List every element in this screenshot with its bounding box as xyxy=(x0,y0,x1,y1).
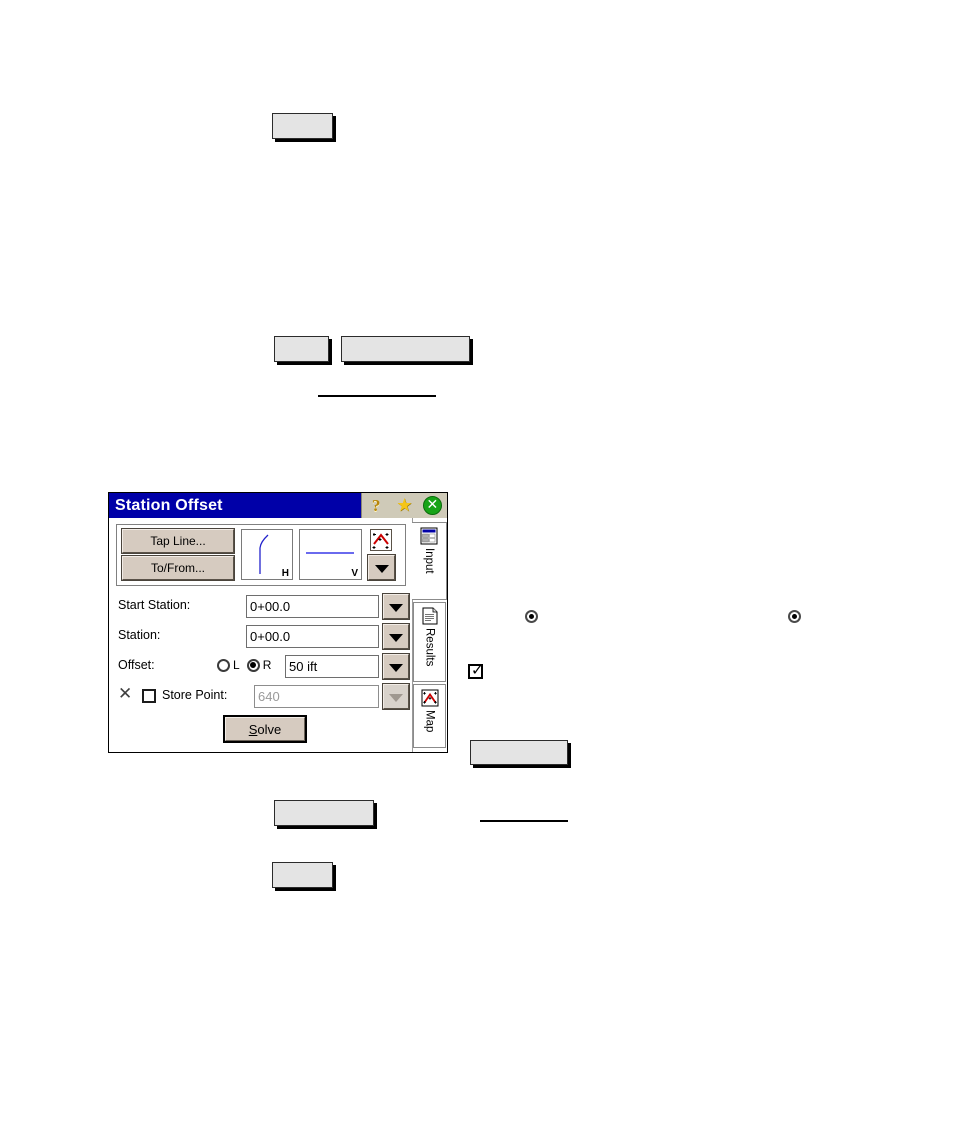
store-point-checkbox[interactable] xyxy=(142,689,156,703)
station-label: Station: xyxy=(118,628,161,642)
store-point-row: ✕ Store Point: 640 xyxy=(109,682,414,712)
doc-button-2[interactable] xyxy=(274,336,329,362)
offset-dropdown[interactable] xyxy=(382,653,410,680)
station-offset-dialog: Station Offset ? ★ ✕ Tap Line... To/From… xyxy=(108,492,448,753)
tap-line-button-label: Tap Line... xyxy=(150,534,206,548)
start-station-input[interactable]: 0+00.0 xyxy=(246,595,379,618)
help-icon[interactable]: ? xyxy=(366,496,386,516)
station-value: 0+00.0 xyxy=(250,629,291,644)
offset-left-radio[interactable] xyxy=(217,658,230,672)
doc-checkbox-1[interactable]: ✓ xyxy=(468,661,484,679)
station-input[interactable]: 0+00.0 xyxy=(246,625,379,648)
tap-line-button[interactable]: Tap Line... xyxy=(121,528,235,554)
input-form-icon xyxy=(420,527,438,545)
store-point-value: 640 xyxy=(258,689,280,704)
solve-button[interactable]: Solve xyxy=(223,715,307,743)
favorites-star-icon[interactable]: ★ xyxy=(394,495,414,516)
start-station-row: Start Station: 0+00.0 xyxy=(109,592,414,622)
chevron-down-icon xyxy=(389,603,403,612)
offset-value: 50 ift xyxy=(289,659,318,674)
tab-results[interactable]: Results xyxy=(413,602,447,682)
solve-rest: olve xyxy=(257,721,282,737)
close-icon[interactable]: ✕ xyxy=(422,495,443,516)
to-from-button-label: To/From... xyxy=(150,561,205,575)
doc-button-5[interactable] xyxy=(274,800,374,826)
doc-button-3[interactable] xyxy=(341,336,470,362)
offset-left-label: L xyxy=(233,658,240,672)
input-pane: Tap Line... To/From... H V Start Station… xyxy=(109,518,414,752)
preview-dropdown[interactable] xyxy=(367,554,396,581)
vertical-preview-label: V xyxy=(351,568,358,579)
station-row: Station: 0+00.0 xyxy=(109,622,414,652)
horizontal-preview[interactable]: H xyxy=(241,529,293,580)
doc-radio-2[interactable] xyxy=(788,610,801,623)
doc-button-6[interactable] xyxy=(272,862,333,888)
start-station-dropdown[interactable] xyxy=(382,593,410,620)
tab-map-label: Map xyxy=(423,710,436,733)
offset-input[interactable]: 50 ift xyxy=(285,655,379,678)
offset-row: Offset: L R 50 ift xyxy=(109,652,414,682)
tab-map[interactable]: Map xyxy=(413,684,447,748)
delete-x-icon[interactable]: ✕ xyxy=(118,686,134,703)
dialog-title: Station Offset xyxy=(115,496,223,514)
vertical-preview[interactable]: V xyxy=(299,529,362,580)
chevron-down-icon xyxy=(389,663,403,672)
offset-label: Offset: xyxy=(118,658,155,672)
doc-underline-1 xyxy=(318,395,436,397)
tab-input-label: Input xyxy=(423,548,436,574)
dialog-body: Tap Line... To/From... H V Start Station… xyxy=(109,518,448,752)
doc-radio-1[interactable] xyxy=(525,610,538,623)
line-selection-group: Tap Line... To/From... H V xyxy=(116,524,406,586)
chevron-down-icon xyxy=(389,693,403,702)
store-point-input[interactable]: 640 xyxy=(254,685,379,708)
tab-results-label: Results xyxy=(423,628,436,667)
checkmark-icon: ✓ xyxy=(471,661,484,679)
offset-right-label: R xyxy=(262,658,272,672)
titlebar-icon-group: ? ★ ✕ xyxy=(361,493,447,518)
dialog-titlebar: Station Offset ? ★ ✕ xyxy=(109,493,447,518)
store-point-label: Store Point: xyxy=(162,688,228,702)
tab-input[interactable]: Input xyxy=(412,522,448,600)
doc-button-1[interactable] xyxy=(272,113,333,139)
offset-side-radio-group: L R xyxy=(217,658,278,672)
map-icon xyxy=(421,689,439,707)
map-preview-icon[interactable] xyxy=(370,529,392,551)
results-document-icon xyxy=(421,607,439,625)
horizontal-preview-label: H xyxy=(281,568,289,579)
to-from-button[interactable]: To/From... xyxy=(121,555,235,581)
store-point-dropdown[interactable] xyxy=(382,683,410,710)
station-dropdown[interactable] xyxy=(382,623,410,650)
doc-button-4[interactable] xyxy=(470,740,568,765)
map-glyph-icon xyxy=(371,530,391,550)
start-station-value: 0+00.0 xyxy=(250,599,291,614)
solve-button-label: Solve xyxy=(249,722,282,737)
chevron-down-icon xyxy=(389,633,403,642)
offset-right-radio[interactable] xyxy=(246,658,260,672)
start-station-label: Start Station: xyxy=(118,598,191,612)
vertical-tab-strip: Input Results Map xyxy=(412,518,448,752)
chevron-down-icon xyxy=(374,564,389,573)
doc-underline-2 xyxy=(480,820,568,822)
